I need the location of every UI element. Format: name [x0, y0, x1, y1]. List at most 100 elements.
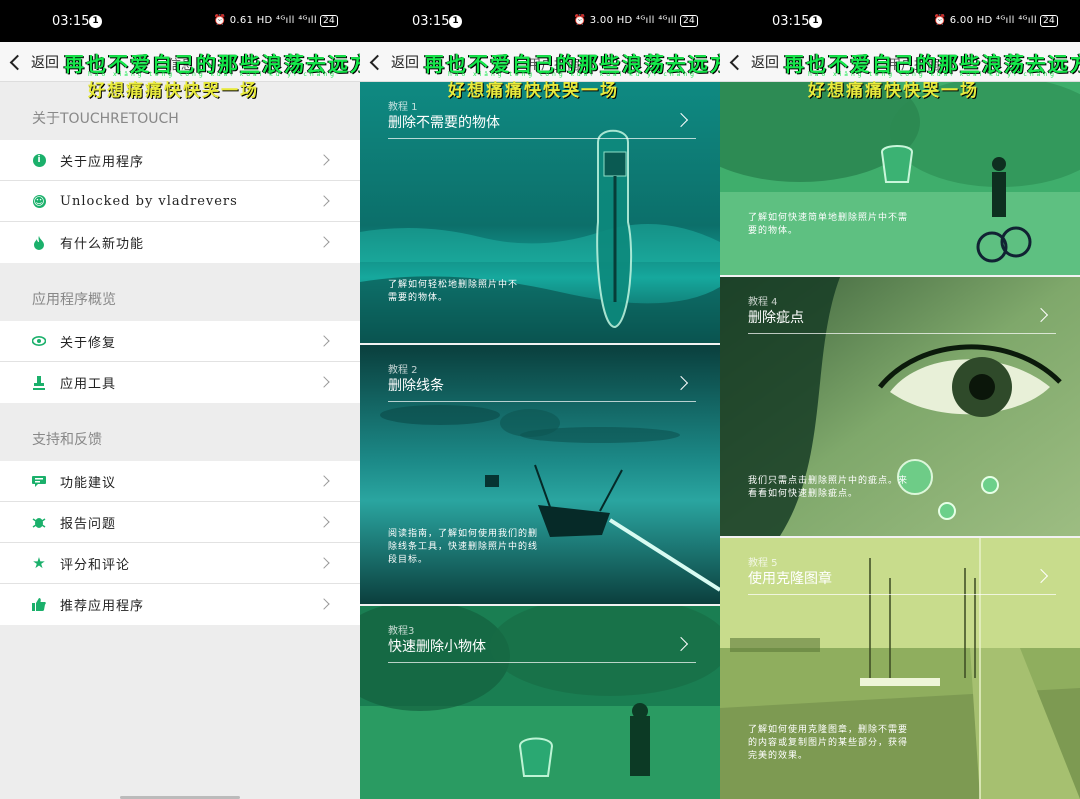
fire-icon: [32, 235, 46, 250]
tutorial-description: 了解如何使用克隆图章，删除不需要的内容或复制图片的某些部分，获得完美的效果。: [748, 725, 909, 761]
section-about: i 关于应用程序 ☺ Unlocked by vladrevers 有什么新功能: [0, 140, 360, 263]
battery-icon: 24: [1039, 15, 1058, 27]
row-whats-new[interactable]: 有什么新功能: [0, 222, 360, 263]
back-label: 返回: [391, 55, 419, 71]
row-report-issue[interactable]: 报告问题: [0, 502, 360, 543]
title-underline: [388, 662, 696, 663]
tutorial-card-3-scrolled[interactable]: 了解如何快速简单地删除照片中不需要的物体。: [720, 82, 1080, 275]
tutorial-description: 我们只需点击删除照片中的疵点。来看看如何快速删除疵点。: [748, 476, 909, 499]
nav-bar: 返回 用户指南: [720, 42, 1080, 82]
nav-bar: 返回 用户指南: [360, 42, 720, 82]
section-header-about: 关于TOUCHRETOUCH: [32, 111, 179, 127]
tutorial-tag: 教程 5: [748, 558, 778, 569]
status-time: 03:15: [412, 14, 450, 29]
battery-icon: 24: [679, 15, 698, 27]
status-bar: 03:15 1 ⏰ 0.61 HD ⁴ᴳıll ⁴ᴳıll 24: [0, 0, 360, 42]
status-bar: 03:15 1 ⏰ 6.00 HD ⁴ᴳıll ⁴ᴳıll 24: [720, 0, 1080, 42]
back-label: 返回: [31, 55, 59, 71]
row-unlocked-by[interactable]: ☺ Unlocked by vladrevers: [0, 181, 360, 222]
tutorial-title: 快速删除小物体: [388, 639, 486, 655]
tutorial-title: 删除线条: [388, 378, 444, 394]
page-title: 用户指南: [528, 58, 581, 73]
info-icon: i: [32, 153, 46, 167]
chevron-right-icon: [318, 154, 330, 166]
row-rate-review[interactable]: ★ 评分和评论: [0, 543, 360, 584]
battery-icon: 24: [319, 15, 338, 27]
info-screen: 03:15 1 ⏰ 0.61 HD ⁴ᴳıll ⁴ᴳıll 24 返回 信息 关于…: [0, 0, 360, 799]
chevron-left-icon: [729, 54, 746, 70]
row-label: 应用工具: [60, 377, 117, 392]
row-label: Unlocked by vladrevers: [60, 193, 238, 209]
back-button[interactable]: 返回: [728, 49, 779, 75]
notification-icon: 1: [449, 15, 462, 28]
chevron-right-icon: [318, 335, 330, 347]
back-button[interactable]: 返回: [8, 49, 59, 75]
tutorial-description: 了解如何快速简单地删除照片中不需要的物体。: [748, 213, 909, 236]
tutorials-screen-a: 03:15 1 ⏰ 3.00 HD ⁴ᴳıll ⁴ᴳıll24 返回 用户指南: [360, 0, 720, 799]
tutorial-title: 使用克隆图章: [748, 571, 832, 587]
section-support: 功能建议 报告问题 ★ 评分和评论 推荐应用程序: [0, 461, 360, 625]
row-about-app[interactable]: i 关于应用程序: [0, 140, 360, 181]
status-signal-text: ⏰ 0.61 HD ⁴ᴳıll ⁴ᴳıll: [213, 15, 317, 26]
row-label: 关于应用程序: [60, 154, 145, 170]
tutorial-card-1[interactable]: 教程 1 删除不需要的物体 了解如何轻松地删除照片中不需要的物体。: [360, 82, 720, 343]
row-label: 评分和评论: [60, 557, 131, 573]
tutorial-title: 删除不需要的物体: [388, 115, 500, 131]
info-list: 关于TOUCHRETOUCH i 关于应用程序 ☺ Unlocked by vl…: [0, 82, 360, 625]
bug-icon: [32, 515, 46, 529]
chevron-right-icon: [318, 598, 330, 610]
row-label: 关于修复: [60, 335, 117, 351]
row-about-retouch[interactable]: 关于修复: [0, 321, 360, 362]
row-label: 有什么新功能: [60, 237, 145, 252]
chevron-right-icon: [318, 475, 330, 487]
thumbs-up-icon: [32, 598, 46, 612]
unlock-face-icon: ☺: [32, 194, 46, 208]
notification-icon: 1: [809, 15, 822, 28]
chevron-right-icon: [318, 236, 330, 248]
title-underline: [388, 138, 696, 139]
tutorial-card-2[interactable]: 教程 2 删除线条 阅读指南，了解如何使用我们的删除线条工具，快速删除照片中的线…: [360, 345, 720, 604]
status-indicators: ⏰ 6.00 HD ⁴ᴳıll ⁴ᴳıll 24: [934, 15, 1058, 27]
row-recommend-app[interactable]: 推荐应用程序: [0, 584, 360, 625]
status-bar: 03:15 1 ⏰ 3.00 HD ⁴ᴳıll ⁴ᴳıll 24: [360, 0, 720, 42]
row-feature-suggestion[interactable]: 功能建议: [0, 461, 360, 502]
status-signal-text: ⏰ 3.00 HD ⁴ᴳıll ⁴ᴳıll: [573, 15, 677, 26]
section-header-overview: 应用程序概览: [32, 292, 116, 308]
title-underline: [748, 594, 1056, 595]
tutorial-description: 了解如何轻松地删除照片中不需要的物体。: [388, 280, 519, 303]
row-label: 功能建议: [60, 475, 117, 491]
tutorial-description: 阅读指南，了解如何使用我们的删除线条工具，快速删除照片中的线段目标。: [388, 529, 539, 565]
notification-icon: 1: [89, 15, 102, 28]
chevron-left-icon: [9, 54, 26, 70]
row-label: 报告问题: [60, 516, 117, 532]
status-indicators: ⏰ 3.00 HD ⁴ᴳıll ⁴ᴳıll 24: [574, 15, 698, 27]
title-underline: [748, 333, 1056, 334]
stamp-icon: [32, 375, 46, 390]
page-title: 信息: [168, 58, 195, 73]
chevron-left-icon: [369, 54, 386, 70]
status-time: 03:15: [772, 14, 810, 29]
section-header-support: 支持和反馈: [32, 432, 102, 448]
tutorial-card-5[interactable]: 教程 5 使用克隆图章 了解如何使用克隆图章，删除不需要的内容或复制图片的某些部…: [720, 538, 1080, 799]
chevron-right-icon: [318, 195, 330, 207]
tutorial-tag: 教程 2: [388, 365, 418, 376]
tutorial-card-3[interactable]: 教程3 快速删除小物体: [360, 606, 720, 799]
eye-icon: [32, 334, 46, 348]
section-overview: 关于修复 应用工具: [0, 321, 360, 403]
chevron-right-icon: [318, 557, 330, 569]
back-button[interactable]: 返回: [368, 49, 419, 75]
status-indicators: ⏰ 0.61 HD ⁴ᴳıll ⁴ᴳıll 24: [214, 15, 338, 27]
tutorial-tag: 教程 1: [388, 102, 418, 113]
star-icon: ★: [32, 554, 46, 572]
tutorial-card-4[interactable]: 教程 4 删除疵点 我们只需点击删除照片中的疵点。来看看如何快速删除疵点。: [720, 277, 1080, 536]
status-signal-text: ⏰ 6.00 HD ⁴ᴳıll ⁴ᴳıll: [933, 15, 1037, 26]
tutorials-screen-b: 03:15 1 ⏰ 6.00 HD ⁴ᴳıll ⁴ᴳıll 24 返回 用户指南 …: [720, 0, 1080, 799]
row-app-tools[interactable]: 应用工具: [0, 362, 360, 403]
nav-bar: 返回 信息: [0, 42, 360, 82]
back-label: 返回: [751, 55, 779, 71]
chevron-right-icon: [318, 516, 330, 528]
tutorial-title: 删除疵点: [748, 310, 804, 326]
tutorial-tag: 教程 4: [748, 297, 778, 308]
tutorial-tag: 教程3: [388, 626, 415, 637]
page-title: 用户指南: [888, 58, 941, 73]
